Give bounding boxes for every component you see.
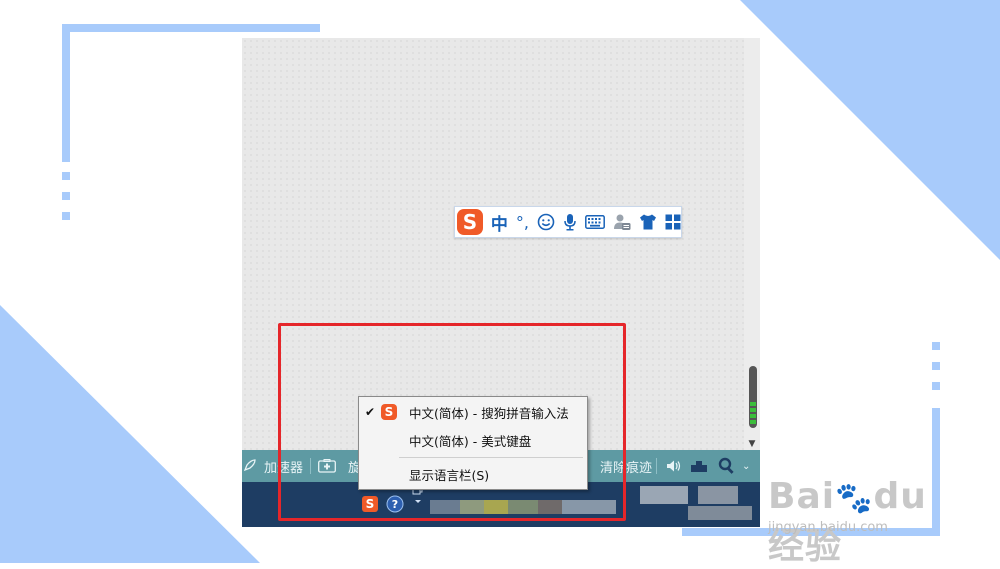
baidu-jingyan-watermark: Bai🐾du经验 jingyan.baidu.com: [768, 456, 950, 567]
search-icon[interactable]: [718, 450, 736, 482]
speaker-icon[interactable]: [666, 450, 682, 482]
scrollbar-thumb[interactable]: [749, 366, 757, 428]
scroll-grip: [750, 420, 756, 424]
decorative-triangle-top-right: [740, 0, 1000, 260]
ime-punctuation-toggle[interactable]: °,: [516, 213, 529, 232]
keyboard-icon[interactable]: [585, 215, 605, 229]
smiley-icon[interactable]: [537, 213, 555, 231]
decorative-dot: [62, 192, 70, 200]
red-highlight-box: [278, 323, 626, 521]
decorative-dot: [932, 362, 940, 370]
sogou-logo-icon[interactable]: S: [457, 209, 483, 235]
scroll-grip: [750, 414, 756, 418]
decorative-dot: [932, 382, 940, 390]
toolbar-divider: [656, 458, 657, 474]
blurred-date-region: [688, 506, 752, 520]
watermark-url: jingyan.baidu.com: [768, 520, 888, 535]
paw-icon: 🐾: [835, 481, 874, 516]
blurred-clock-region: [698, 486, 738, 504]
scroll-down-arrow-icon[interactable]: ▼: [746, 438, 758, 450]
decorative-line-top: [62, 24, 320, 32]
toolbox-grid-icon[interactable]: [665, 214, 681, 230]
user-icon[interactable]: [613, 213, 631, 231]
watermark-brand-bai: Bai: [768, 476, 836, 517]
decorative-dot: [62, 172, 70, 180]
decorative-dot: [62, 212, 70, 220]
decorative-dot: [932, 342, 940, 350]
rocket-icon[interactable]: [242, 450, 256, 482]
scroll-grip: [750, 408, 756, 412]
ime-toolbar[interactable]: S 中 °,: [454, 206, 682, 238]
blurred-clock-region: [640, 486, 688, 504]
scroll-grip: [750, 402, 756, 406]
skin-shirt-icon[interactable]: [639, 214, 657, 230]
watermark-brand-du: du: [873, 476, 927, 517]
decorative-triangle-bottom-left: [0, 305, 260, 563]
ime-mode-chinese[interactable]: 中: [491, 210, 508, 235]
chevron-down-icon[interactable]: ⌄: [742, 450, 750, 482]
microphone-icon[interactable]: [563, 213, 577, 231]
download-tray-icon[interactable]: [690, 450, 708, 482]
decorative-line-left: [62, 24, 70, 162]
